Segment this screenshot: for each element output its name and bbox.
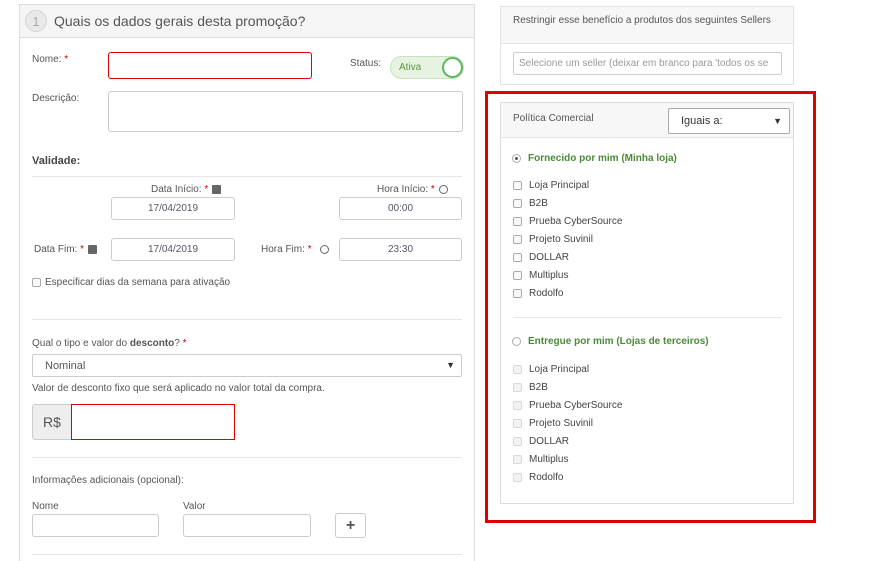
end-time-input[interactable]: 23:30 [339, 238, 462, 261]
extra-value-label: Valor [183, 501, 206, 512]
group1-item[interactable]: Prueba CyberSource [513, 216, 622, 227]
status-value: Ativa [399, 62, 422, 73]
group2-item[interactable]: B2B [513, 382, 548, 393]
panel-header: 1 Quais os dados gerais desta promoção? [20, 5, 474, 38]
name-input[interactable] [108, 52, 312, 79]
policy-label: Política Comercial [513, 113, 594, 124]
toggle-knob [442, 57, 463, 78]
extra-name-input[interactable] [32, 514, 159, 537]
group1-radio[interactable] [512, 154, 521, 163]
group2-item[interactable]: Multiplus [513, 454, 568, 465]
checkbox[interactable] [513, 253, 522, 262]
group2-item[interactable]: DOLLAR [513, 436, 569, 447]
caret-down-icon: ▼ [773, 116, 782, 126]
group2-radio[interactable] [512, 337, 521, 346]
group1-item[interactable]: B2B [513, 198, 548, 209]
currency-addon: R$ [32, 404, 71, 440]
group2-item[interactable]: Projeto Suvinil [513, 418, 593, 429]
clock-icon [319, 244, 329, 254]
description-textarea[interactable] [108, 91, 463, 132]
group2-radio-option[interactable]: Entregue por mim (Lojas de terceiros) [512, 336, 709, 347]
checkbox[interactable] [513, 217, 522, 226]
clock-icon [438, 184, 448, 194]
discount-label: Qual o tipo e valor do desconto? * [32, 338, 187, 349]
sellers-panel: Restringir esse benefício a produtos dos… [500, 6, 794, 85]
step-number-badge: 1 [25, 10, 47, 32]
discount-type-value: Nominal [45, 359, 86, 372]
start-date-label: Data Início: * [151, 184, 222, 195]
group2-item[interactable]: Rodolfo [513, 472, 563, 483]
group1-item[interactable]: Loja Principal [513, 180, 589, 191]
divider [32, 554, 462, 555]
end-time-label: Hora Fim: * [261, 244, 329, 255]
checkbox[interactable] [513, 473, 522, 482]
policy-operator-select[interactable]: Iguais a: ▼ [668, 108, 790, 134]
group2-item[interactable]: Loja Principal [513, 364, 589, 375]
extra-info-label: Informações adicionais (opcional): [32, 475, 184, 486]
discount-value-input[interactable] [71, 404, 235, 440]
extra-value-input[interactable] [183, 514, 311, 537]
checkbox[interactable] [513, 235, 522, 244]
divider [32, 457, 462, 458]
group2-item[interactable]: Prueba CyberSource [513, 400, 622, 411]
checkbox[interactable] [513, 437, 522, 446]
name-label: Nome: * [32, 54, 69, 65]
group1-item[interactable]: DOLLAR [513, 252, 569, 263]
start-time-label: Hora Início: * [377, 184, 448, 195]
group1-radio-option[interactable]: Fornecido por mim (Minha loja) [512, 153, 677, 164]
status-toggle[interactable]: Ativa [390, 56, 464, 79]
seller-select-input[interactable]: Selecione um seller (deixar em branco pa… [513, 52, 782, 75]
group1-item[interactable]: Projeto Suvinil [513, 234, 593, 245]
group1-item[interactable]: Multiplus [513, 270, 568, 281]
weekday-option[interactable]: Especificar dias da semana para ativação [32, 277, 230, 288]
status-label: Status: [350, 58, 382, 69]
checkbox[interactable] [513, 181, 522, 190]
checkbox[interactable] [513, 401, 522, 410]
start-time-input[interactable]: 00:00 [339, 197, 462, 220]
divider [513, 317, 782, 318]
panel-title: Quais os dados gerais desta promoção? [54, 13, 306, 29]
policy-header: Política Comercial Iguais a: ▼ [501, 103, 793, 138]
checkbox[interactable] [513, 455, 522, 464]
checkbox[interactable] [513, 199, 522, 208]
group2-title: Entregue por mim (Lojas de terceiros) [528, 336, 709, 347]
calendar-icon [212, 184, 222, 194]
group1-title: Fornecido por mim (Minha loja) [528, 153, 677, 164]
end-date-input[interactable]: 17/04/2019 [111, 238, 235, 261]
weekday-label: Especificar dias da semana para ativação [45, 277, 231, 288]
discount-type-select[interactable]: Nominal ▼ [32, 354, 462, 377]
add-info-button[interactable]: + [335, 513, 366, 538]
general-data-panel: 1 Quais os dados gerais desta promoção? … [19, 4, 475, 561]
weekday-checkbox[interactable] [32, 278, 41, 287]
checkbox[interactable] [513, 289, 522, 298]
sellers-title: Restringir esse benefício a produtos dos… [501, 7, 793, 44]
policy-operator-value: Iguais a: [681, 115, 723, 127]
group1-item[interactable]: Rodolfo [513, 288, 563, 299]
calendar-icon [88, 244, 98, 254]
discount-hint: Valor de desconto fixo que será aplicado… [32, 383, 325, 394]
checkbox[interactable] [513, 271, 522, 280]
checkbox[interactable] [513, 383, 522, 392]
start-date-input[interactable]: 17/04/2019 [111, 197, 235, 220]
description-label: Descrição: [32, 93, 80, 104]
validity-heading: Validade: [32, 155, 81, 167]
divider [32, 319, 462, 320]
caret-down-icon: ▼ [446, 360, 455, 370]
checkbox[interactable] [513, 365, 522, 374]
commercial-policy-panel: Política Comercial Iguais a: ▼ Fornecido… [500, 102, 794, 504]
checkbox[interactable] [513, 419, 522, 428]
end-date-label: Data Fim: * [34, 244, 98, 255]
extra-name-label: Nome [32, 501, 59, 512]
divider [32, 176, 462, 177]
